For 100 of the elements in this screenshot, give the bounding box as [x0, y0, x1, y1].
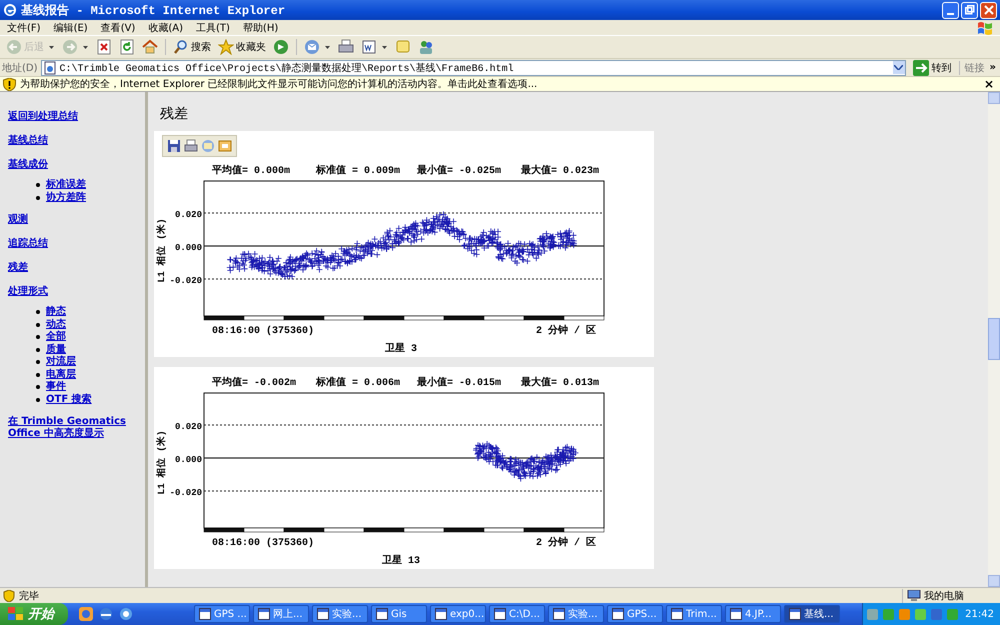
menu-item[interactable]: 文件(F) — [0, 20, 47, 34]
section-heading: 残差 — [160, 106, 189, 123]
bullet-icon — [36, 372, 40, 377]
sidebar-link[interactable]: 在 Trimble Geomatics Office 中高亮度显示 — [8, 416, 133, 440]
sidebar-link[interactable]: 处理形式 — [8, 286, 133, 298]
address-label: 地址(D) — [2, 62, 38, 74]
menu-item[interactable]: 收藏(A) — [141, 20, 189, 34]
window-icon — [789, 608, 801, 620]
x-scale-label: 2 分钟 / 区 — [536, 326, 596, 337]
taskbar-button[interactable]: Trim... — [666, 605, 722, 623]
printer-icon[interactable] — [184, 139, 198, 153]
export-icon[interactable] — [218, 139, 232, 153]
statistic-label: 最大值= 0.013m — [521, 378, 600, 389]
people-icon — [418, 39, 434, 55]
media-button[interactable] — [271, 39, 291, 55]
go-arrow-icon — [912, 60, 929, 76]
taskbar-button[interactable]: 实验... — [312, 605, 368, 623]
windows-flag-icon — [8, 607, 24, 621]
bullet-icon — [36, 385, 40, 390]
program-icon[interactable] — [78, 606, 94, 622]
bullet-icon — [36, 360, 40, 364]
windows-flag-icon — [976, 20, 994, 36]
taskbar-button[interactable]: 实验... — [548, 605, 604, 623]
window-icon — [730, 608, 742, 620]
links-label[interactable]: 链接 — [958, 60, 985, 74]
sidebar-link[interactable]: 返回到处理总结 — [8, 111, 133, 123]
menu-item[interactable]: 工具(T) — [189, 20, 236, 34]
window-icon — [612, 608, 624, 620]
computer-icon — [907, 590, 921, 602]
sidebar-link[interactable]: 追踪总结 — [8, 238, 133, 250]
statistic-label: 平均值= -0.002m — [212, 378, 296, 389]
favorites-button[interactable]: 收藏夹 — [216, 39, 268, 55]
chart-title: 卫星 3 — [385, 344, 417, 355]
close-button[interactable] — [980, 2, 997, 18]
window-icon — [553, 608, 565, 620]
bullet-icon — [36, 183, 40, 188]
y-tick-label: 0.000 — [174, 243, 202, 253]
media-icon — [273, 39, 289, 55]
y-axis-label: L1 相位 (米) — [156, 218, 167, 283]
clock-text: 21:42 — [965, 608, 994, 620]
sidebar-link[interactable]: 基线成份 — [8, 159, 133, 171]
scrollbar[interactable] — [988, 92, 1000, 587]
bullet-icon — [36, 348, 40, 352]
stop-icon — [96, 39, 112, 55]
security-shield-icon — [3, 78, 16, 90]
sidebar-link[interactable]: 对流层 — [46, 356, 76, 368]
dropdown-caret-icon[interactable] — [382, 46, 387, 48]
taskbar-button[interactable]: 网上... — [253, 605, 309, 623]
dropdown-caret-icon[interactable] — [325, 46, 330, 48]
taskbar-button[interactable]: GPS ... — [194, 605, 250, 623]
page-status-icon — [3, 590, 15, 602]
x-start-label: 08:16:00 (375360) — [212, 326, 314, 337]
bullet-icon — [36, 310, 40, 314]
sidebar-link[interactable]: 质量 — [46, 344, 66, 356]
sidebar-link[interactable]: 观测 — [8, 214, 133, 226]
minimize-button[interactable] — [942, 2, 959, 18]
information-bar-message[interactable]: 为帮助保护您的安全，Internet Explorer 已经限制此文件显示可能访问您的计算机的活动内容。单击此处查看选项... — [20, 77, 977, 91]
window-icon — [435, 608, 447, 620]
statistic-label: 最大值= 0.023m — [521, 166, 600, 177]
sidebar-link[interactable]: 残差 — [8, 262, 133, 274]
dropdown-caret-icon[interactable] — [894, 65, 904, 70]
sidebar-link[interactable]: 协方差阵 — [46, 192, 86, 204]
y-axis-label: L1 相位 (米) — [156, 430, 167, 495]
taskbar-button[interactable]: C:\D... — [489, 605, 545, 623]
taskbar-button[interactable]: GPS... — [607, 605, 663, 623]
sidebar-link[interactable]: 标准误差 — [46, 179, 86, 192]
print-button[interactable] — [336, 39, 356, 55]
sidebar-link[interactable]: 事件 — [46, 381, 66, 394]
maximize-icon — [964, 5, 974, 15]
x-scale-label: 2 分钟 / 区 — [536, 538, 596, 549]
address-field[interactable]: C:\Trimble Geomatics Office\Projects\静态测量数据处理\Reports\基线\FrameB6.html — [40, 60, 906, 76]
taskbar-button[interactable]: exp0... — [430, 605, 486, 623]
close-button[interactable]: × — [980, 77, 997, 91]
menu-item[interactable]: 编辑(E) — [46, 20, 94, 34]
go-button[interactable]: 转到 — [908, 60, 956, 76]
search-icon — [173, 39, 189, 55]
sidebar-link[interactable]: 基线总结 — [8, 135, 133, 147]
taskbar-button[interactable]: 基线... — [784, 605, 840, 623]
sidebar-link[interactable]: 动态 — [46, 318, 66, 331]
y-tick-label: 0.000 — [174, 455, 202, 465]
sidebar-link[interactable]: 全部 — [46, 331, 66, 344]
window-icon — [199, 608, 211, 620]
home-button[interactable] — [140, 39, 160, 55]
menu-item[interactable]: 帮助(H) — [236, 20, 284, 34]
taskbar-button[interactable]: Gis — [371, 605, 427, 623]
more-chevron[interactable]: » — [988, 62, 998, 73]
taskbar-button[interactable]: 4.JP... — [725, 605, 781, 623]
statistic-label: 平均值= 0.000m — [212, 166, 290, 177]
chart-title: 卫星 13 — [382, 556, 420, 567]
sidebar-link[interactable]: 静态 — [46, 306, 66, 318]
sidebar-link[interactable]: 电离层 — [46, 368, 76, 381]
bullet-icon — [36, 196, 40, 200]
search-button[interactable]: 搜索 — [171, 39, 213, 55]
menu-item[interactable]: 查看(V) — [94, 20, 142, 34]
maximize-button[interactable] — [961, 2, 978, 18]
printer-icon — [338, 39, 354, 55]
y-tick-label: -0.020 — [170, 276, 202, 286]
sidebar-link[interactable]: OTF 搜索 — [46, 394, 92, 406]
window-icon — [258, 608, 270, 620]
close-icon — [984, 5, 994, 15]
